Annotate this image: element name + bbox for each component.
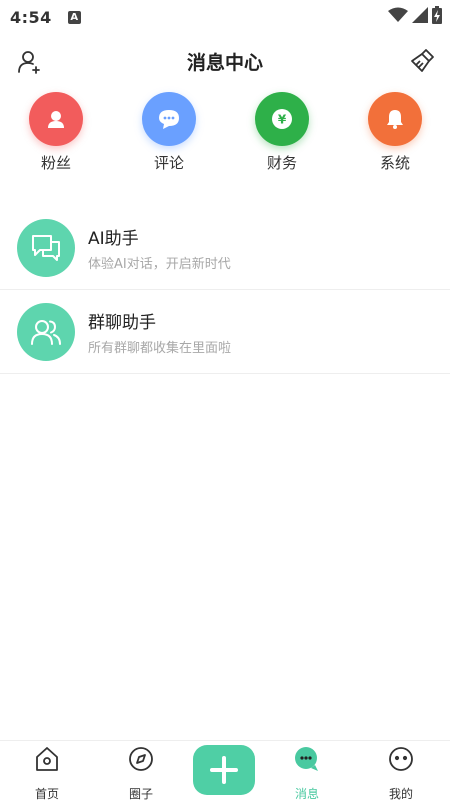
bottom-nav: 首页 圈子 消息 我的	[0, 740, 450, 800]
message-list: AI助手 体验AI对话，开启新时代 群聊助手 所有群聊都收集在里面啦	[0, 206, 450, 374]
status-time: 4:54	[10, 7, 52, 27]
message-title: 群聊助手	[88, 313, 156, 333]
bell-icon	[368, 92, 422, 146]
add-post-button[interactable]	[193, 745, 255, 795]
wifi-icon	[388, 7, 408, 22]
yuan-coin-icon: ¥	[255, 92, 309, 146]
notification-badge-icon: A	[67, 10, 81, 24]
quick-entry-fans[interactable]: 粉丝	[21, 92, 91, 173]
broom-icon	[411, 49, 434, 72]
message-subtitle: 体验AI对话，开启新时代	[88, 257, 231, 272]
quick-entry-finance[interactable]: ¥ 财务	[247, 92, 317, 173]
person-icon	[29, 92, 83, 146]
tab-circle[interactable]: 圈子	[111, 745, 171, 800]
tab-home[interactable]: 首页	[17, 745, 77, 800]
signal-icon	[412, 7, 428, 23]
quick-entry-comments[interactable]: 评论	[134, 92, 204, 173]
header: 消息中心	[0, 40, 450, 84]
message-icon	[295, 747, 318, 771]
quick-entry-label: 系统	[379, 154, 410, 172]
quick-entry-label: 财务	[266, 154, 297, 172]
chat-icon	[17, 219, 75, 277]
list-item-group-assistant[interactable]: 群聊助手 所有群聊都收集在里面啦	[0, 290, 450, 374]
message-title: AI助手	[88, 229, 139, 249]
tab-messages[interactable]: 消息	[277, 745, 337, 800]
tab-label: 我的	[388, 787, 413, 800]
svg-text:¥: ¥	[278, 113, 287, 127]
message-subtitle: 所有群聊都收集在里面啦	[88, 341, 232, 356]
quick-entry-system[interactable]: 系统	[360, 92, 430, 173]
profile-face-icon	[389, 747, 413, 771]
tab-label: 首页	[34, 787, 59, 800]
group-icon	[17, 303, 75, 361]
battery-icon	[432, 6, 442, 24]
quick-entry-label: 粉丝	[40, 154, 71, 172]
tab-label: 消息	[294, 787, 319, 800]
tab-profile[interactable]: 我的	[371, 745, 431, 800]
tab-label: 圈子	[128, 787, 153, 800]
status-icons	[388, 6, 442, 24]
clear-messages-button[interactable]	[408, 47, 436, 75]
plus-icon	[210, 756, 238, 784]
list-item-ai-assistant[interactable]: AI助手 体验AI对话，开启新时代	[0, 206, 450, 290]
chat-bubble-icon	[142, 92, 196, 146]
status-bar: 4:54 A	[0, 0, 450, 34]
quick-entries: 粉丝 评论 ¥ 财务 系统	[0, 92, 450, 182]
page-title: 消息中心	[186, 52, 263, 74]
home-icon	[36, 747, 58, 771]
compass-icon	[129, 747, 153, 771]
quick-entry-label: 评论	[153, 154, 184, 172]
